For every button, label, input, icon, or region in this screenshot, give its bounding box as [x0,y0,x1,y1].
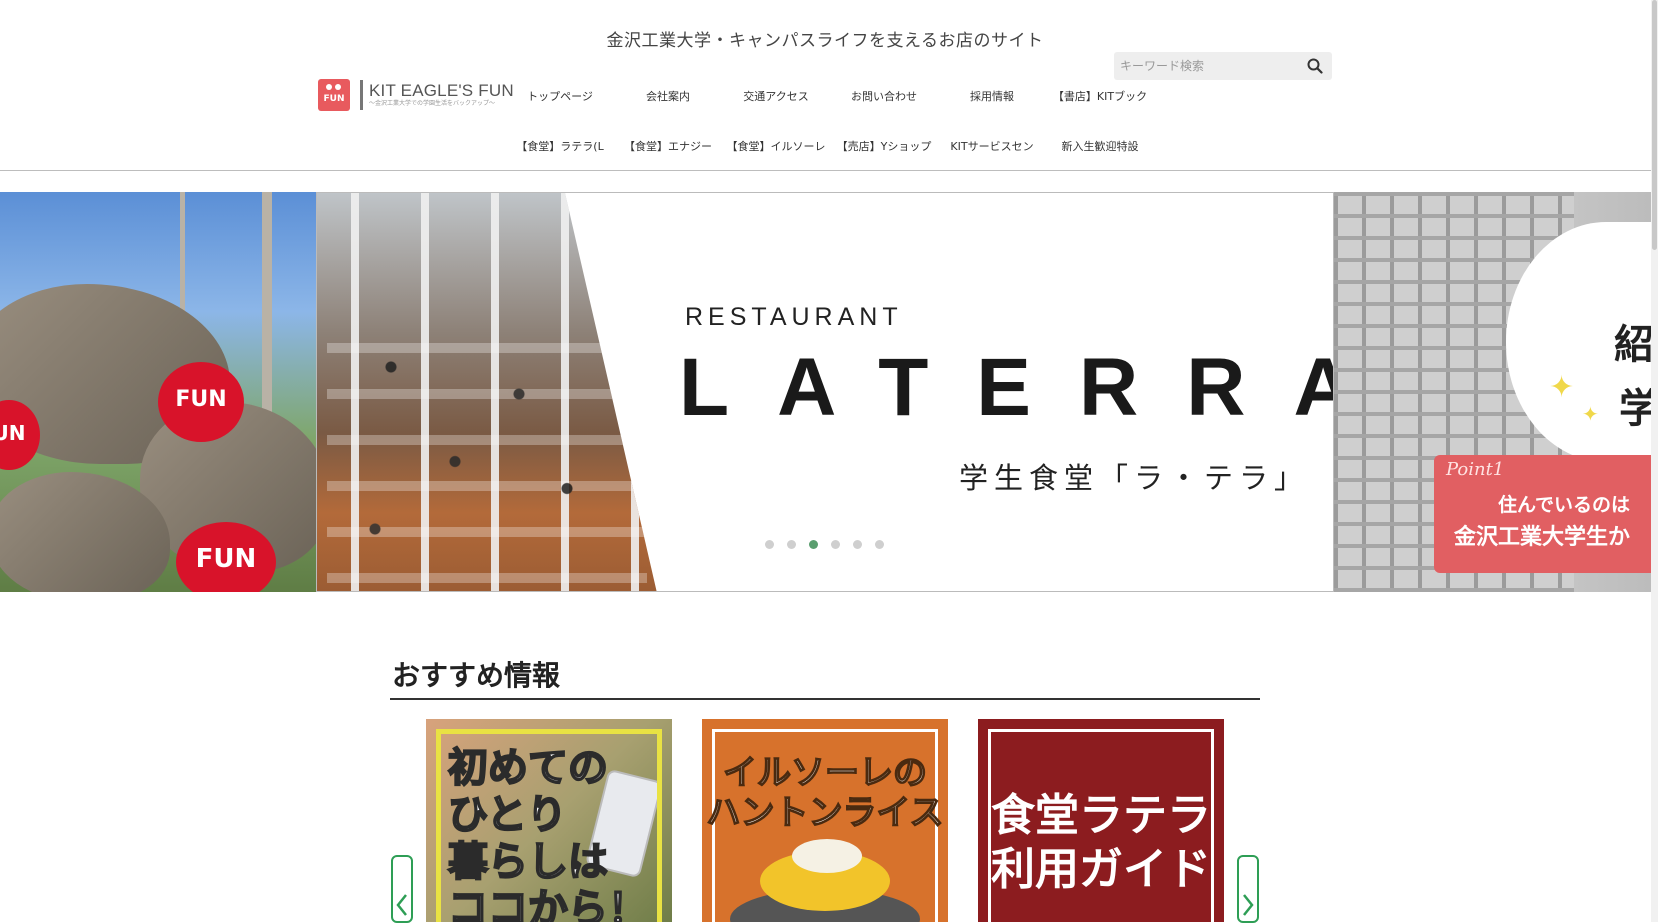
nav-recruit[interactable]: 採用情報 [942,88,1042,104]
point-label: Point1 [1446,459,1505,480]
nav-laterra[interactable]: 【食堂】ラテラ(L [510,138,610,154]
recommend-carousel: 初めての ひとり 暮らしは ココから！ イルソーレの ハントンライス 食堂ラテラ… [426,719,1226,922]
nav-yshop[interactable]: 【売店】Yショップ [834,138,934,154]
card-text: 食堂ラテラ 利用ガイド [991,790,1211,895]
nav-energy[interactable]: 【食堂】エナジー [618,138,718,154]
carousel-next-button[interactable] [1237,855,1259,923]
sparkle-icon: ✦ [1549,370,1575,405]
search-input[interactable] [1114,52,1300,80]
header-divider [0,170,1651,171]
heading-fragment: 学 [1619,386,1651,432]
recommend-card-guide[interactable]: 食堂ラテラ 利用ガイド [978,719,1224,922]
slider-dot-5[interactable] [853,540,862,549]
cafeteria-photo [317,193,657,591]
card-text: イルソーレの ハントンライス [706,752,944,834]
mascot-image: FUN [158,362,244,442]
slide-subtitle: 学生食堂「ラ・テラ」 [958,461,1309,495]
slider-pagination [765,540,884,549]
chevron-right-icon [1243,894,1254,916]
site-tagline: 金沢工業大学・キャンパスライフを支えるお店のサイト [606,31,1044,51]
slide-next-peek[interactable]: 紹 学 ✦ ✦ Point1 住んでいるのは 金沢工業大学生か [1334,192,1651,592]
chevron-left-icon [396,894,407,916]
main-nav-row-1: トップページ 会社案内 交通アクセス お問い合わせ 採用情報 【書店】KITブッ… [510,88,1150,108]
slider-dot-3[interactable] [809,540,818,549]
slider-dot-4[interactable] [831,540,840,549]
slide-laterra[interactable]: RESTAURANT LATERRA 学生食堂「ラ・テラ」 [316,192,1334,592]
slide-title: LATERRA [679,342,1334,433]
nav-service-center[interactable]: KITサービスセン [942,138,1042,154]
site-logo[interactable]: FUN KIT EAGLE'S FUN 〜金沢工業大学での学園生活をバックアップ… [318,79,514,111]
recommend-card-living[interactable]: 初めての ひとり 暮らしは ココから！ [426,719,672,922]
nav-company[interactable]: 会社案内 [618,88,718,104]
search-icon[interactable] [1307,58,1323,74]
carousel-prev-button[interactable] [391,855,413,923]
recommend-heading: おすすめ情報 [392,659,561,692]
main-nav-row-2: 【食堂】ラテラ(L 【食堂】エナジー 【食堂】イルソーレ 【売店】Yショップ K… [510,138,1150,158]
mascot-image: FUN [176,522,276,592]
nav-contact[interactable]: お問い合わせ [834,88,934,104]
point-banner: Point1 住んでいるのは 金沢工業大学生か [1434,455,1651,573]
search-box [1114,52,1332,80]
point-line-1: 住んでいるのは [1498,494,1631,516]
logo-name: KIT EAGLE'S FUN [369,81,514,100]
nav-top[interactable]: トップページ [510,88,610,104]
slider-dot-6[interactable] [875,540,884,549]
nav-bookstore[interactable]: 【書店】KITブック [1050,88,1150,104]
logo-subtitle: 〜金沢工業大学での学園生活をバックアップ〜 [369,100,496,107]
site-header: 金沢工業大学・キャンパスライフを支えるお店のサイト FUN KIT EAGLE'… [0,0,1650,170]
hero-slider[interactable]: FUN UN FUN RESTAURANT LATERRA 学生食堂「ラ・テラ」… [0,192,1651,592]
card-text: 初めての ひとり 暮らしは ココから！ [447,744,649,922]
sparkle-icon: ✦ [1582,402,1599,426]
scrollbar-thumb[interactable] [1652,0,1657,250]
logo-divider [360,80,363,110]
slider-dot-1[interactable] [765,540,774,549]
slider-dot-2[interactable] [787,540,796,549]
slide-label: RESTAURANT [685,303,903,331]
recommend-card-hantonrice[interactable]: イルソーレの ハントンライス [702,719,948,922]
nav-access[interactable]: 交通アクセス [726,88,826,104]
nav-ilsole[interactable]: 【食堂】イルソーレ [726,138,826,154]
recommend-divider [390,698,1260,700]
page-scrollbar[interactable] [1651,0,1658,922]
heading-fragment: 紹 [1614,322,1651,368]
fun-logo-icon: FUN [318,79,350,111]
point-line-2: 金沢工業大学生か [1454,525,1631,550]
slide-prev-peek[interactable]: FUN UN FUN [0,192,316,592]
nav-freshman[interactable]: 新入生歓迎特設 [1050,138,1150,154]
logo-text: KIT EAGLE'S FUN 〜金沢工業大学での学園生活をバックアップ〜 [369,82,514,108]
